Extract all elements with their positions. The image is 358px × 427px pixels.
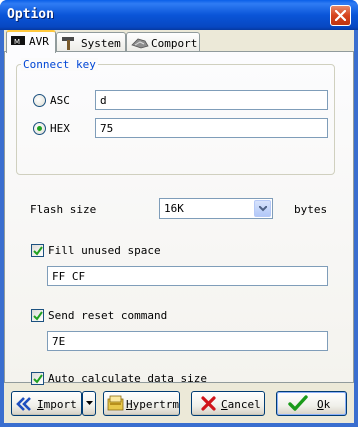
send-reset-label: Send reset command <box>48 309 168 322</box>
import-button[interactable]: Import <box>11 391 82 416</box>
cancel-label: Cancel <box>221 398 261 411</box>
caret-down-icon <box>86 401 93 405</box>
flash-size-unit: bytes <box>294 203 328 216</box>
option-dialog: Option M AVR System Comport Connect key … <box>0 0 358 427</box>
window-title: Option <box>7 7 54 22</box>
chevron-down-icon <box>259 206 267 212</box>
chip-icon: M <box>11 34 25 50</box>
hex-label: HEX <box>50 122 70 135</box>
cancel-button[interactable]: Cancel <box>191 391 265 416</box>
cancel-x-icon <box>201 396 216 414</box>
flash-size-dropdown-button[interactable] <box>254 200 271 217</box>
tab-system[interactable]: System <box>56 32 126 52</box>
fill-unused-input[interactable] <box>47 266 328 286</box>
dialog-body: M AVR System Comport Connect key ASC d H… <box>4 30 354 423</box>
send-reset-input[interactable] <box>47 331 328 351</box>
close-icon <box>335 10 346 21</box>
flash-size-select[interactable]: 16K <box>159 198 273 219</box>
flash-size-label: Flash size <box>30 203 97 216</box>
tab-avr-label: AVR <box>29 35 49 48</box>
hypertrm-icon <box>107 394 125 415</box>
double-chevron-left-icon <box>16 397 32 414</box>
asc-radio[interactable] <box>33 94 46 107</box>
hypertrm-label: Hypertrm <box>126 398 179 411</box>
ok-button[interactable]: Ok <box>276 391 347 416</box>
connect-key-legend: Connect key <box>21 58 98 71</box>
checkmark-icon <box>288 395 308 415</box>
checkmark-icon <box>33 311 43 321</box>
ok-label: Ok <box>317 398 331 411</box>
svg-text:M: M <box>14 38 20 46</box>
tab-comport-label: Comport <box>151 37 198 50</box>
tab-system-label: System <box>81 37 121 50</box>
send-reset-checkbox[interactable] <box>31 309 44 322</box>
fill-unused-checkbox[interactable] <box>31 244 44 257</box>
hex-radio[interactable] <box>33 122 46 135</box>
import-dropdown-button[interactable] <box>82 391 96 416</box>
tab-avr[interactable]: M AVR <box>6 30 56 53</box>
hex-input[interactable] <box>95 118 328 138</box>
auto-calc-label: Auto calculate data size <box>48 372 207 385</box>
asc-label: ASC <box>50 94 70 107</box>
checkmark-icon <box>33 374 43 384</box>
hypertrm-button[interactable]: Hypertrm <box>103 391 180 416</box>
asc-input[interactable] <box>95 90 328 110</box>
fill-unused-label: Fill unused space <box>48 244 161 257</box>
connect-key-group: Connect key ASC HEX <box>16 58 335 175</box>
avr-tab-panel: Connect key ASC HEX Flash size 16K <box>4 51 354 385</box>
title-bar[interactable]: Option <box>0 0 358 30</box>
checkmark-icon <box>33 246 43 256</box>
close-button[interactable] <box>330 5 351 26</box>
flash-size-value: 16K <box>164 202 184 215</box>
auto-calc-checkbox[interactable] <box>31 372 44 385</box>
import-label: Import <box>37 398 77 411</box>
hex-radio-dot <box>37 126 42 131</box>
tab-comport[interactable]: Comport <box>126 32 200 52</box>
